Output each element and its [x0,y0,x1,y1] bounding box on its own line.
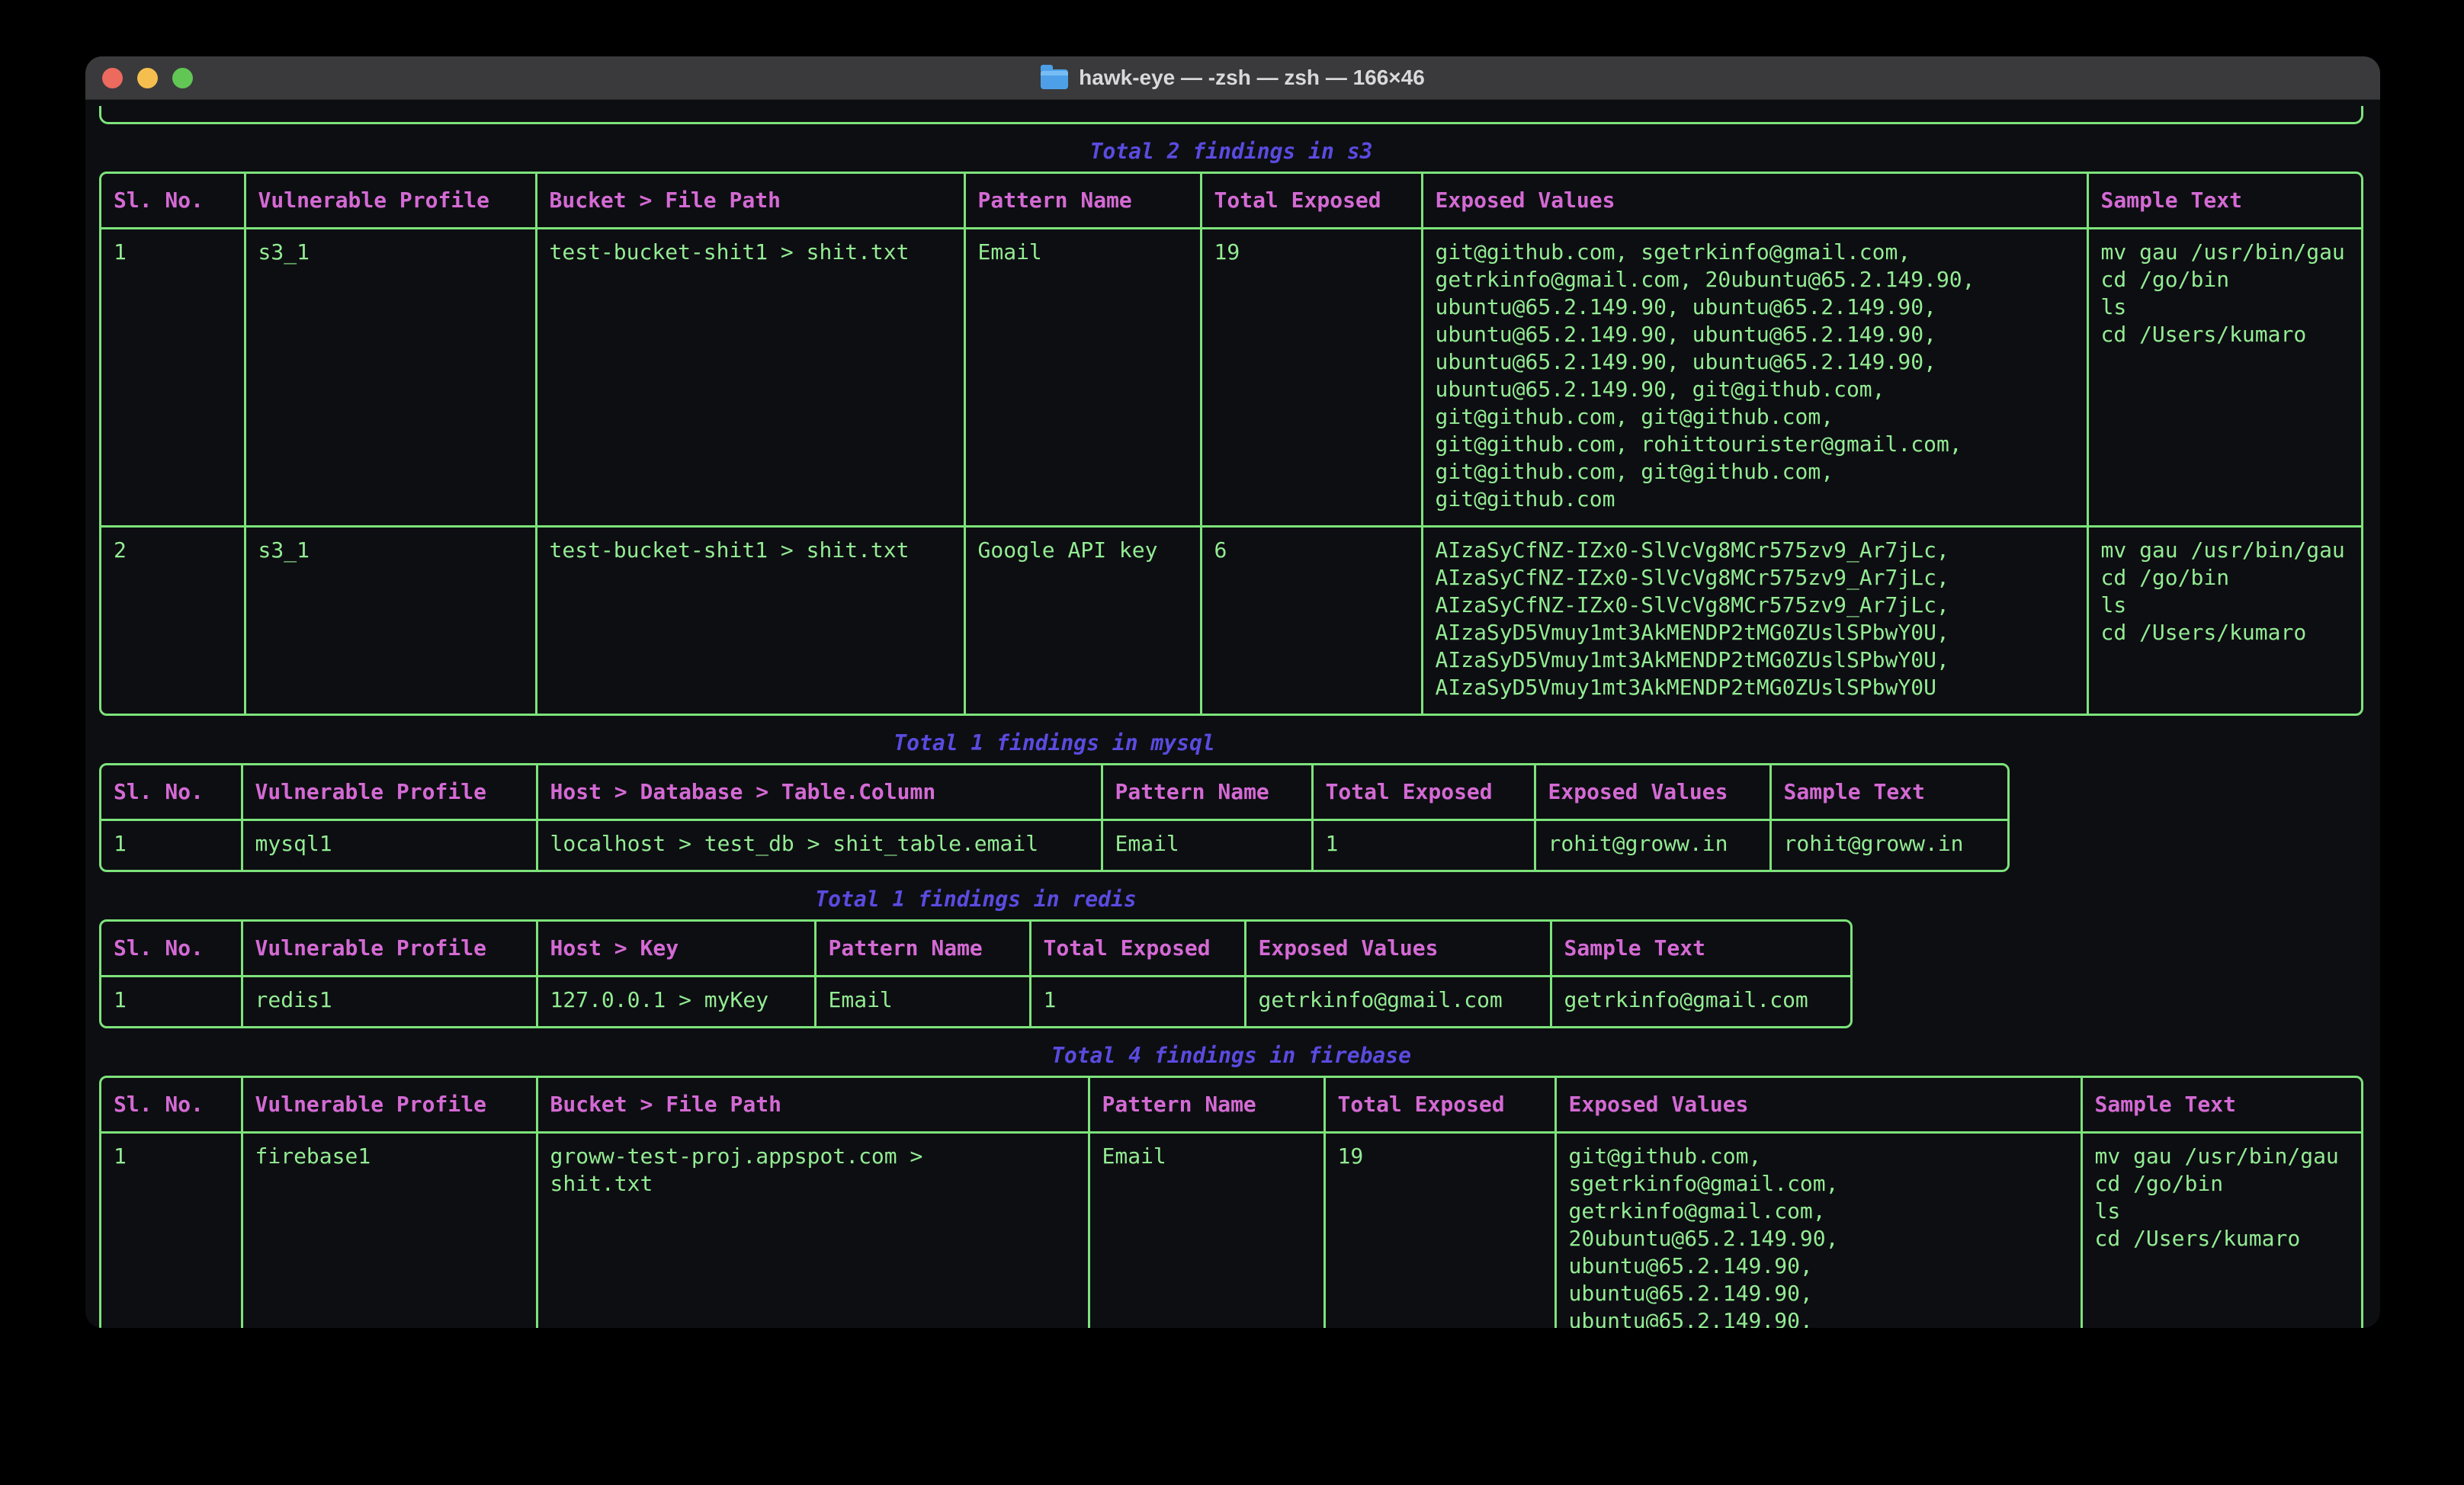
cell-total: 1 [1030,977,1245,1027]
window-title-area: hawk-eye — -zsh — zsh — 166×46 [85,56,2380,99]
section-title-redis: Total 1 findings in redis [99,886,1853,913]
table-row: 1 redis1 127.0.0.1 > myKey Email 1 getrk… [101,977,1853,1027]
cell-exposed-values: git@github.com, sgetrkinfo@gmail.com, ge… [1422,229,2087,527]
cell-profile: redis1 [242,977,537,1027]
cell-total: 19 [1324,1133,1555,1329]
cell-profile: s3_1 [245,229,536,527]
cell-sl-no: 1 [101,1133,242,1329]
table-header-row: Sl. No. Vulnerable Profile Host > Key Pa… [101,922,1853,977]
cell-profile: firebase1 [242,1133,537,1329]
section-title-mysql: Total 1 findings in mysql [99,730,2010,757]
findings-table-firebase: Sl. No. Vulnerable Profile Bucket > File… [99,1076,2363,1328]
column-header: Sample Text [2087,174,2363,229]
window-titlebar: hawk-eye — -zsh — zsh — 166×46 [85,56,2380,100]
terminal-window: hawk-eye — -zsh — zsh — 166×46 Total 2 f… [85,56,2380,1328]
section-title-s3: Total 2 findings in s3 [99,138,2363,165]
cell-exposed-values: rohit@groww.in [1535,820,1770,871]
findings-section-s3: Total 2 findings in s3 Sl. No. Vulnerabl… [99,138,2380,716]
column-header: Sample Text [1770,765,2010,820]
section-title-firebase: Total 4 findings in firebase [99,1042,2363,1070]
findings-section-redis: Total 1 findings in redis Sl. No. Vulner… [99,886,2380,1028]
table-header-row: Sl. No. Vulnerable Profile Bucket > File… [101,1078,2363,1133]
folder-icon [1041,69,1068,89]
column-header: Pattern Name [1102,765,1312,820]
window-title: hawk-eye — -zsh — zsh — 166×46 [1079,66,1425,90]
column-header: Total Exposed [1030,922,1245,977]
table-row: 2 s3_1 test-bucket-shit1 > shit.txt Goog… [101,527,2363,714]
cell-profile: s3_1 [245,527,536,714]
cell-sample-text: rohit@groww.in [1770,820,2010,871]
column-header: Vulnerable Profile [242,1078,537,1133]
column-header: Sl. No. [101,922,242,977]
cell-profile: mysql1 [242,820,537,871]
cell-path: groww-test-proj.appspot.com > shit.txt [537,1133,1089,1329]
column-header: Exposed Values [1535,765,1770,820]
findings-section-firebase: Total 4 findings in firebase Sl. No. Vul… [99,1042,2380,1328]
cell-pattern: Email [964,229,1201,527]
column-header: Sample Text [1551,922,1853,977]
column-header: Vulnerable Profile [242,922,537,977]
column-header: Total Exposed [1201,174,1422,229]
column-header: Total Exposed [1312,765,1535,820]
close-button[interactable] [102,68,123,88]
column-header: Sl. No. [101,174,245,229]
table-header-row: Sl. No. Vulnerable Profile Bucket > File… [101,174,2363,229]
column-header: Bucket > File Path [536,174,964,229]
minimize-button[interactable] [137,68,158,88]
column-header: Sl. No. [101,1078,242,1133]
cell-exposed-values: git@github.com, sgetrkinfo@gmail.com, ge… [1555,1133,2081,1329]
table-row: 1 mysql1 localhost > test_db > shit_tabl… [101,820,2010,871]
table-header-row: Sl. No. Vulnerable Profile Host > Databa… [101,765,2010,820]
column-header: Bucket > File Path [537,1078,1089,1133]
findings-table-s3: Sl. No. Vulnerable Profile Bucket > File… [99,172,2363,716]
window-controls [102,68,193,88]
column-header: Sample Text [2081,1078,2363,1133]
cell-exposed-values: getrkinfo@gmail.com [1245,977,1551,1027]
column-header: Pattern Name [964,174,1201,229]
findings-table-redis: Sl. No. Vulnerable Profile Host > Key Pa… [99,919,1853,1028]
column-header: Exposed Values [1555,1078,2081,1133]
cell-pattern: Email [815,977,1030,1027]
column-header: Exposed Values [1422,174,2087,229]
cell-sl-no: 1 [101,229,245,527]
cell-sample-text: mv gau /usr/bin/gau cd /go/bin ls cd /Us… [2087,527,2363,714]
column-header: Vulnerable Profile [245,174,536,229]
cell-path: test-bucket-shit1 > shit.txt [536,229,964,527]
cell-exposed-values: AIzaSyCfNZ-IZx0-SlVcVg8MCr575zv9_Ar7jLc,… [1422,527,2087,714]
cell-sl-no: 1 [101,977,242,1027]
column-header: Total Exposed [1324,1078,1555,1133]
cell-sl-no: 2 [101,527,245,714]
table-row: 1 firebase1 groww-test-proj.appspot.com … [101,1133,2363,1329]
cell-pattern: Email [1089,1133,1324,1329]
column-header: Pattern Name [815,922,1030,977]
previous-table-bottom-edge [99,106,2363,124]
column-header: Pattern Name [1089,1078,1324,1133]
cell-pattern: Email [1102,820,1312,871]
cell-path: localhost > test_db > shit_table.email [537,820,1102,871]
column-header: Host > Key [537,922,815,977]
column-header: Vulnerable Profile [242,765,537,820]
findings-section-mysql: Total 1 findings in mysql Sl. No. Vulner… [99,730,2380,872]
column-header: Exposed Values [1245,922,1551,977]
table-row: 1 s3_1 test-bucket-shit1 > shit.txt Emai… [101,229,2363,527]
column-header: Host > Database > Table.Column [537,765,1102,820]
cell-total: 6 [1201,527,1422,714]
cell-sample-text: mv gau /usr/bin/gau cd /go/bin ls cd /Us… [2087,229,2363,527]
cell-total: 1 [1312,820,1535,871]
findings-table-mysql: Sl. No. Vulnerable Profile Host > Databa… [99,763,2010,872]
zoom-button[interactable] [172,68,193,88]
cell-sample-text: mv gau /usr/bin/gau cd /go/bin ls cd /Us… [2081,1133,2363,1329]
cell-pattern: Google API key [964,527,1201,714]
column-header: Sl. No. [101,765,242,820]
cell-total: 19 [1201,229,1422,527]
terminal-content: Total 2 findings in s3 Sl. No. Vulnerabl… [85,100,2380,1328]
cell-path: 127.0.0.1 > myKey [537,977,815,1027]
cell-path: test-bucket-shit1 > shit.txt [536,527,964,714]
cell-sl-no: 1 [101,820,242,871]
cell-sample-text: getrkinfo@gmail.com [1551,977,1853,1027]
